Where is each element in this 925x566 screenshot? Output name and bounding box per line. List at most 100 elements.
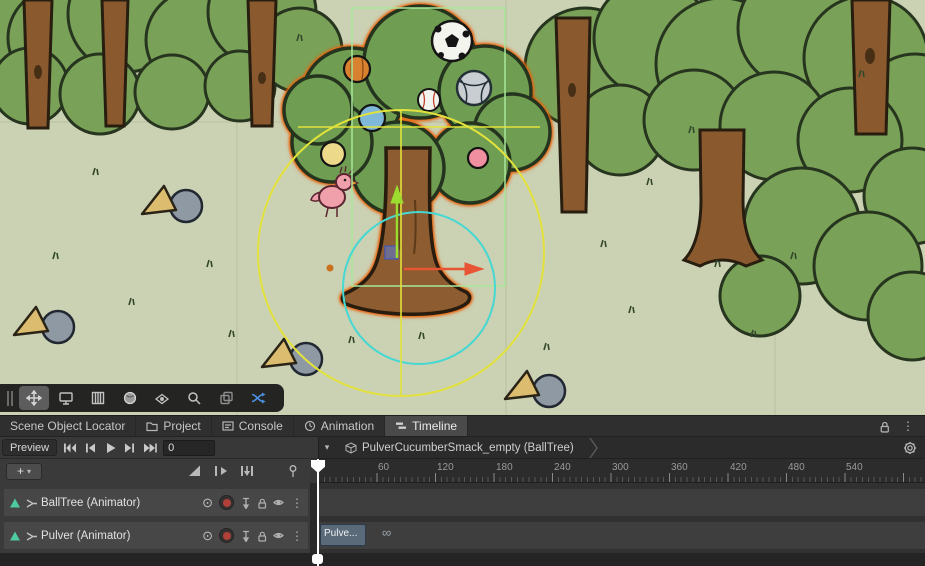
goto-end-icon [143,441,157,455]
record-button[interactable] [219,528,234,543]
animator-binding-icon [25,530,37,542]
layers-icon [218,390,234,406]
gizmo-handle-dot[interactable] [327,265,334,272]
track-list-header: + ▾ [0,459,310,483]
volleyball[interactable] [457,71,491,105]
timeline-transport: Preview [0,437,318,459]
plane-tool-button[interactable] [147,386,177,410]
ripple-mode-icon[interactable] [214,464,228,478]
ruler-label: 480 [788,462,805,473]
move-tool-icon [26,390,42,406]
blinds-icon [90,390,106,406]
timeline-dropdown-caret[interactable]: ▾ [319,442,335,453]
track-lane-balltree[interactable] [318,489,925,516]
add-track-button[interactable]: + ▾ [6,463,42,480]
timeline-breadcrumb-bar: ▾ PulverCucumberSmack_empty (BallTree) [318,437,925,459]
mix-mode-icon[interactable] [188,464,202,478]
binding-target-icon[interactable]: ⊙ [202,529,213,542]
flat-plane-icon [154,390,170,406]
ruler-label: 540 [846,462,863,473]
timeline-bottom-strip [0,553,925,566]
eye-icon[interactable] [272,496,285,509]
tab-timeline[interactable]: Timeline [385,416,468,436]
soccer-ball[interactable] [432,21,472,61]
replace-mode-icon[interactable] [240,464,254,478]
track-lane-pulver[interactable]: Pulve... ∞ [318,522,925,549]
tab-project[interactable]: Project [136,416,211,436]
tab-label: Scene Object Locator [10,419,125,433]
baseball[interactable] [418,89,440,111]
next-frame-icon [123,441,137,455]
lock-icon[interactable] [878,420,891,433]
previous-frame-button[interactable] [80,439,100,457]
ruler-label: 360 [671,462,688,473]
tab-label: Console [239,419,283,433]
goto-end-button[interactable] [140,439,160,457]
track-menu-icon[interactable]: ⋮ [289,497,305,509]
tab-console[interactable]: Console [212,416,294,436]
plus-icon: + [17,464,24,478]
goto-start-button[interactable] [60,439,80,457]
previous-frame-icon [83,441,97,455]
ruler-label: 180 [496,462,513,473]
animator-binding-icon [25,497,37,509]
monitor-icon [58,390,74,406]
timeline-ruler[interactable]: 60 120 180 240 300 360 420 480 540 [318,459,925,483]
timeline-settings-button[interactable] [903,441,917,455]
sphere-icon [122,390,138,406]
animation-track-icon [9,530,21,542]
pink-ball[interactable] [468,148,488,168]
ruler-label: 120 [437,462,454,473]
track-name: BallTree (Animator) [41,497,140,509]
magnifier-icon [186,390,202,406]
breadcrumb-label: PulverCucumberSmack_empty (BallTree) [362,442,574,454]
breadcrumb-chevron-icon [589,438,598,458]
tab-animation[interactable]: Animation [294,416,385,436]
tab-scene-object-locator[interactable]: Scene Object Locator [0,416,136,436]
pin-icon[interactable] [240,496,252,509]
scene-view[interactable] [0,0,925,415]
play-icon [103,441,117,455]
scene-tools-overlay [0,384,284,412]
pumpkin[interactable] [344,56,370,82]
move-tool-button[interactable] [19,386,49,410]
timeline-tracks-area: BallTree (Animator) ⊙ ⋮ Pulver ( [0,483,925,553]
marker-track-toggle-icon[interactable] [286,464,300,478]
current-frame-field[interactable] [163,440,215,456]
window-tab-bar: Scene Object Locator Project Console Ani… [0,415,925,437]
track-menu-icon[interactable]: ⋮ [289,530,305,542]
eye-icon[interactable] [272,529,285,542]
cube-icon [345,442,357,454]
playhead-handle[interactable] [312,554,323,564]
lock-icon[interactable] [256,497,268,509]
animation-clip[interactable]: Pulve... [320,524,366,546]
animation-clock-icon [304,420,316,432]
shuffle-icon [250,390,266,406]
pin-icon[interactable] [240,529,252,542]
layers-tool-button[interactable] [211,386,241,410]
breadcrumb[interactable]: PulverCucumberSmack_empty (BallTree) [345,438,598,458]
track-header-balltree[interactable]: BallTree (Animator) ⊙ ⋮ [4,489,308,516]
track-header-pulver[interactable]: Pulver (Animator) ⊙ ⋮ [4,522,308,549]
yellow-ball[interactable] [321,142,345,166]
lock-icon[interactable] [256,530,268,542]
ruler-major-ticks [318,473,925,482]
caret-down-icon: ▾ [27,467,31,476]
record-button[interactable] [219,495,234,510]
infinite-clip-icon: ∞ [382,526,391,539]
toolbar-drag-handle[interactable] [5,391,15,406]
shuffle-tool-button[interactable] [243,386,273,410]
play-button[interactable] [100,439,120,457]
preview-toggle-button[interactable]: Preview [2,439,57,456]
console-icon [222,420,234,432]
sphere-tool-button[interactable] [115,386,145,410]
app-window: Scene Object Locator Project Console Ani… [0,0,925,566]
gear-icon [903,441,917,455]
monitor-tool-button[interactable] [51,386,81,410]
tab-label: Project [163,419,200,433]
blinds-tool-button[interactable] [83,386,113,410]
tabbar-menu-icon[interactable]: ⋮ [900,420,916,432]
next-frame-button[interactable] [120,439,140,457]
binding-target-icon[interactable]: ⊙ [202,496,213,509]
zoom-tool-button[interactable] [179,386,209,410]
